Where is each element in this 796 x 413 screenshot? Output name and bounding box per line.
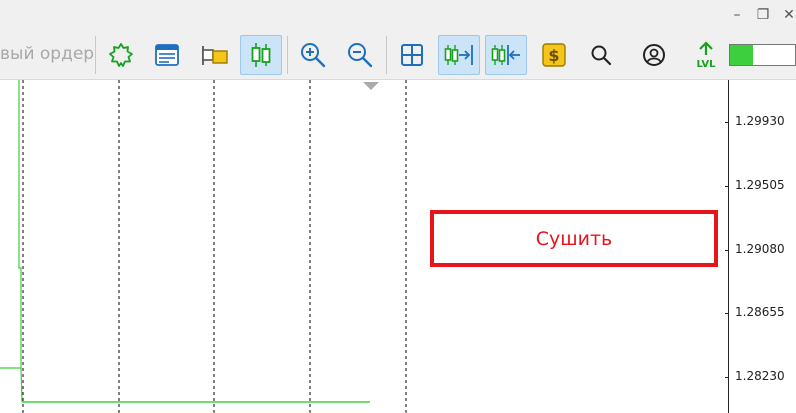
zoom-out-button[interactable] xyxy=(339,35,381,75)
account-button[interactable] xyxy=(633,35,675,75)
price-label: 1.28230 xyxy=(735,369,785,383)
level-icon: LVL xyxy=(696,41,716,70)
price-axis: 1.29930 1.29505 1.29080 1.28655 1.28230 xyxy=(725,80,796,413)
chart-shift-button[interactable] xyxy=(438,35,480,75)
grid-icon xyxy=(401,44,423,66)
price-line xyxy=(0,80,22,369)
toolbar-separator xyxy=(95,36,96,74)
sushit-button[interactable]: Сушить xyxy=(430,210,718,267)
open-folder-button[interactable] xyxy=(193,35,235,75)
price-label: 1.29505 xyxy=(735,178,785,192)
search-button[interactable] xyxy=(580,35,622,75)
level-button[interactable]: LVL xyxy=(686,35,726,75)
price-label: 1.29080 xyxy=(735,242,785,256)
dollar-icon: $ xyxy=(542,43,566,67)
search-icon xyxy=(591,45,612,66)
zoom-in-icon xyxy=(301,43,326,68)
chart-shift-marker[interactable] xyxy=(363,82,379,90)
zoom-out-icon xyxy=(348,43,373,68)
minimize-icon[interactable]: – xyxy=(728,6,746,24)
toolbar: вый ордер $ LVL xyxy=(0,30,796,80)
price-tick xyxy=(725,186,729,187)
auto-scroll-button[interactable] xyxy=(485,35,527,75)
chart-shift-icon xyxy=(444,45,473,65)
open-folder-icon xyxy=(202,46,228,65)
grid-button[interactable] xyxy=(391,35,433,75)
new-order-button[interactable]: вый ордер xyxy=(0,44,94,64)
level-progress-bar xyxy=(729,44,796,66)
level-progress-fill xyxy=(730,45,753,65)
account-icon xyxy=(643,44,665,66)
toolbar-separator xyxy=(287,36,288,74)
settings-gear-icon xyxy=(109,43,133,67)
svg-text:$: $ xyxy=(548,46,559,65)
price-label: 1.28655 xyxy=(735,305,785,319)
auto-scroll-icon xyxy=(491,45,520,65)
candlestick-icon xyxy=(251,43,271,67)
candlestick-button[interactable] xyxy=(240,35,282,75)
market-watch-icon xyxy=(155,44,179,66)
price-line-drop xyxy=(20,367,23,403)
sushit-button-label: Сушить xyxy=(535,227,613,250)
restore-icon[interactable]: ❐ xyxy=(754,6,772,24)
level-text: LVL xyxy=(696,59,716,70)
market-watch-button[interactable] xyxy=(146,35,188,75)
dollar-button[interactable]: $ xyxy=(533,35,575,75)
settings-gear-button[interactable] xyxy=(100,35,142,75)
price-label: 1.29930 xyxy=(735,114,785,128)
zoom-in-button[interactable] xyxy=(292,35,334,75)
close-icon[interactable]: ✕ xyxy=(780,6,796,24)
price-tick xyxy=(725,377,729,378)
price-tick xyxy=(725,313,729,314)
price-tick xyxy=(725,122,729,123)
toolbar-separator xyxy=(386,36,387,74)
title-bar: – ❐ ✕ xyxy=(0,0,796,30)
price-tick xyxy=(725,250,729,251)
